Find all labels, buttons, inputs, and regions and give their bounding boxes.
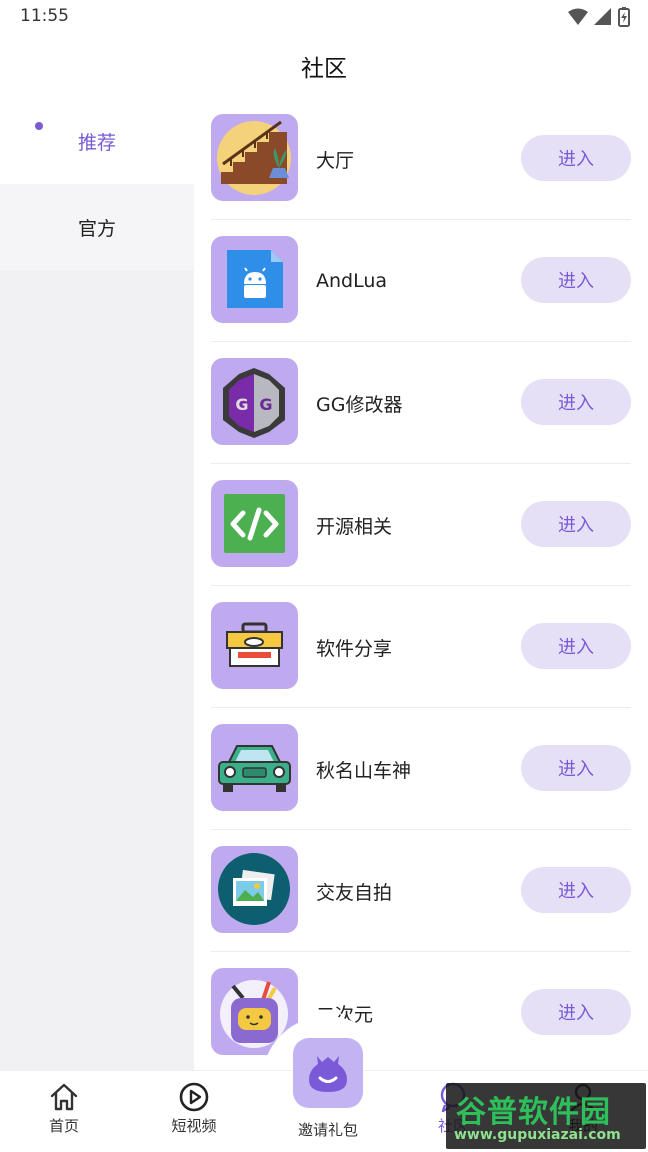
list-item[interactable]: 开源相关 进入	[211, 464, 631, 586]
svg-text:G: G	[259, 395, 272, 414]
list-item[interactable]: 大厅 进入	[211, 98, 631, 220]
enter-button[interactable]: 进入	[521, 867, 631, 913]
home-icon	[50, 1083, 78, 1111]
wifi-icon	[568, 8, 588, 25]
forum-name: 交友自拍	[316, 881, 393, 904]
sidebar-item-label: 官方	[77, 217, 116, 240]
forum-name: 开源相关	[316, 515, 393, 538]
sidebar-item-recommend[interactable]: 推荐	[0, 98, 194, 184]
sidebar: 推荐 官方	[0, 98, 194, 1070]
sidebar-item-label: 推荐	[77, 131, 116, 154]
forum-name: AndLua	[316, 270, 388, 292]
invite-gift-button[interactable]	[293, 1038, 363, 1108]
forum-name: GG修改器	[316, 393, 403, 416]
header: 社区	[0, 34, 648, 98]
page-title: 社区	[301, 56, 347, 82]
nav-home[interactable]: 首页	[14, 1071, 114, 1152]
nav-home-label: 首页	[48, 1117, 79, 1135]
enter-button[interactable]: 进入	[521, 257, 631, 303]
nav-video[interactable]: 短视频	[144, 1071, 244, 1152]
status-icons	[568, 7, 630, 27]
forum-name: 软件分享	[316, 637, 393, 660]
status-bar: 11:55	[0, 0, 648, 34]
code-icon	[211, 480, 298, 567]
enter-button[interactable]: 进入	[521, 989, 631, 1035]
svg-text:G: G	[235, 395, 248, 414]
enter-button[interactable]: 进入	[521, 745, 631, 791]
sidebar-item-official[interactable]: 官方	[0, 184, 194, 270]
play-circle-icon	[179, 1082, 209, 1112]
photo-icon	[211, 846, 298, 933]
list-item[interactable]: 软件分享 进入	[211, 586, 631, 708]
forum-name: 大厅	[316, 149, 355, 172]
list-item[interactable]: AndLua 进入	[211, 220, 631, 342]
nav-video-label: 短视频	[171, 1117, 217, 1135]
signal-icon	[594, 8, 611, 25]
enter-button[interactable]: 进入	[521, 501, 631, 547]
watermark-url: www.gupuxiazai.com	[454, 1127, 621, 1143]
stairs-plant-icon	[211, 114, 298, 201]
forum-name: 秋名山车神	[316, 759, 412, 782]
enter-button[interactable]: 进入	[521, 623, 631, 669]
gg-shield-icon: G G	[211, 358, 298, 445]
invite-gift-label: 邀请礼包	[297, 1121, 358, 1139]
active-dot	[35, 122, 43, 130]
watermark: 谷普软件园 www.gupuxiazai.com	[446, 1083, 646, 1149]
android-file-icon	[211, 236, 298, 323]
enter-button[interactable]: 进入	[521, 379, 631, 425]
gift-bag-icon	[309, 1056, 347, 1092]
car-icon	[211, 724, 298, 811]
enter-button[interactable]: 进入	[521, 135, 631, 181]
status-time: 11:55	[20, 6, 69, 26]
battery-icon	[618, 7, 630, 27]
list-item[interactable]: G G GG修改器 进入	[211, 342, 631, 464]
list-item[interactable]: 交友自拍 进入	[211, 830, 631, 952]
forum-list: 大厅 进入 AndLua 进入 G G GG修改器 进入 开源相关 进入 软件分…	[194, 98, 648, 1070]
watermark-text: 谷普软件园	[456, 1095, 611, 1130]
toolbox-icon	[211, 602, 298, 689]
list-item[interactable]: 秋名山车神 进入	[211, 708, 631, 830]
